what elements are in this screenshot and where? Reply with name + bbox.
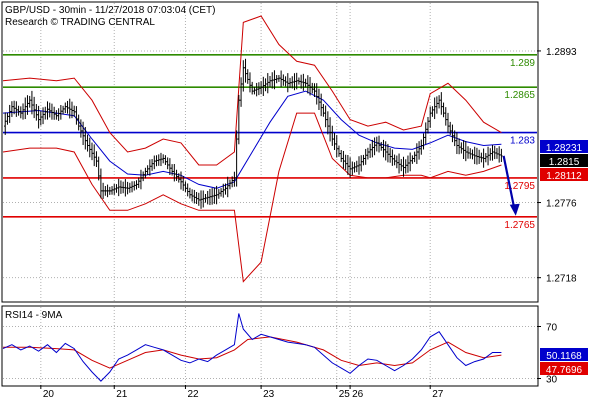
level-label-pivot: 1.283 xyxy=(510,136,535,147)
x-tick-label: 22 xyxy=(187,389,199,400)
level-label-resistance: 1.2865 xyxy=(504,90,535,101)
price-tag-label: 1.28112 xyxy=(546,171,582,182)
x-tick-label: 21 xyxy=(116,389,128,400)
x-tick-label: 20 xyxy=(43,389,55,400)
rsi-tick-label: 30 xyxy=(546,375,558,386)
y-tick-label: 1.2776 xyxy=(546,199,577,210)
rsi-label: RSI14 - 9MA xyxy=(5,310,63,321)
chart-canvas: 1.2891.28651.2831.27951.2765 20 21 22 23 25 2… xyxy=(1,1,588,400)
level-label-support: 1.2765 xyxy=(504,220,535,231)
x-tick-label: 26 xyxy=(352,389,364,400)
x-tick-label: 27 xyxy=(432,389,444,400)
rsi-tag-label: 47.7696 xyxy=(546,365,583,376)
y-tick-label: 1.2893 xyxy=(546,47,577,58)
price-panel-frame xyxy=(1,1,539,303)
rsi-tag-label: 50.1168 xyxy=(546,351,582,362)
y-tick-label: 1.2718 xyxy=(546,274,577,285)
level-label-resistance: 1.289 xyxy=(510,58,535,69)
price-tag-label: 1.28231 xyxy=(546,143,583,154)
x-tick-label: 25 xyxy=(339,389,351,400)
chart-subtitle: Research © TRADING CENTRAL xyxy=(5,17,155,28)
price-tag-label: 1.2815 xyxy=(549,157,580,168)
rsi-panel-frame xyxy=(1,305,539,387)
x-tick-label: 23 xyxy=(263,389,275,400)
chart-title: GBP/USD - 30min - 11/27/2018 07:03:04 (C… xyxy=(5,5,215,16)
rsi-tick-label: 70 xyxy=(546,323,558,334)
